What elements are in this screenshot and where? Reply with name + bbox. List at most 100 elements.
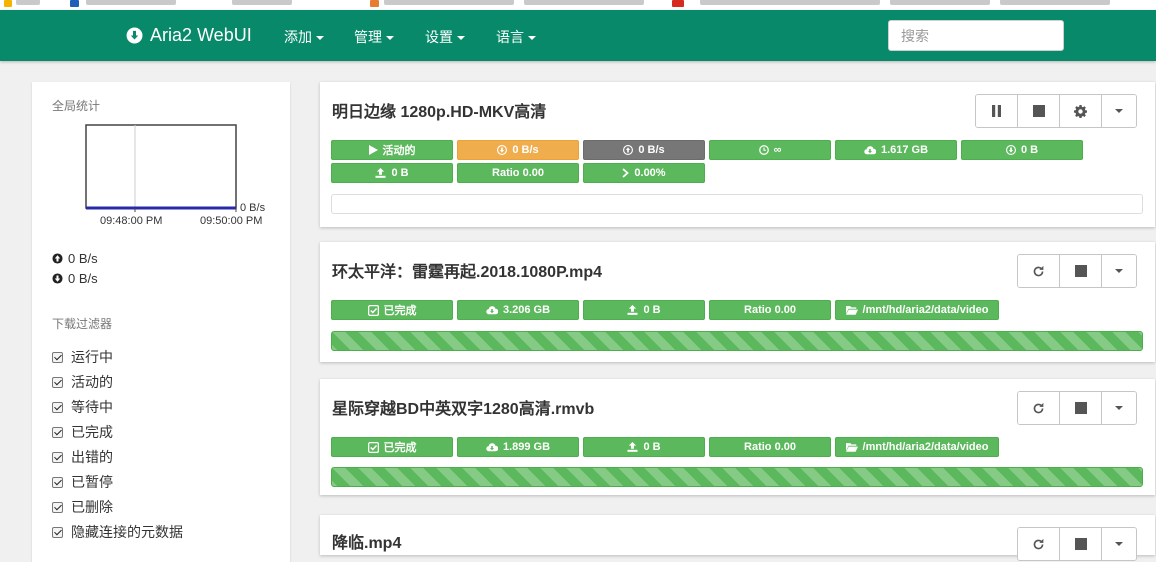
refresh-icon	[1033, 402, 1044, 413]
download-actions	[1017, 527, 1137, 561]
download-speed-value: 0 B/s	[68, 271, 98, 286]
caret-down-icon	[1115, 406, 1123, 410]
ratio-badge: Ratio 0.00	[457, 163, 579, 183]
upload-icon	[627, 305, 638, 315]
downloaded-badge: 0 B	[961, 140, 1083, 160]
status-badge: 活动的	[331, 140, 453, 160]
bookmark-icon[interactable]	[370, 0, 379, 7]
caret-down-icon	[316, 36, 324, 41]
gear-icon	[1074, 104, 1087, 118]
bookmark-item[interactable]	[890, 0, 990, 5]
filter-complete[interactable]: 已完成	[52, 422, 113, 442]
filter-removed[interactable]: 已删除	[52, 497, 113, 517]
upload-circle-icon	[52, 253, 63, 264]
filter-waiting[interactable]: 等待中	[52, 397, 113, 417]
size-text: 1.899 GB	[502, 441, 551, 453]
folder-open-icon	[845, 305, 858, 315]
play-icon	[368, 145, 378, 155]
restart-button[interactable]	[1018, 528, 1060, 560]
checkbox-checked[interactable]	[52, 451, 63, 463]
nav-settings-menu[interactable]: 设置	[425, 27, 465, 47]
bookmark-item[interactable]	[1000, 0, 1110, 5]
size-badge: 1.617 GB	[835, 140, 957, 160]
bookmark-item[interactable]	[16, 0, 40, 5]
download-speed-badge: 0 B/s	[457, 140, 579, 160]
search-input[interactable]	[888, 20, 1064, 51]
download-actions	[1017, 391, 1137, 425]
uploaded-badge: 0 B	[583, 437, 705, 457]
filter-running[interactable]: 运行中	[52, 347, 113, 367]
bookmark-item[interactable]	[232, 0, 292, 5]
nav-add-label: 添加	[284, 29, 312, 45]
uploaded-text: 0 B	[643, 304, 661, 316]
nav-language-menu[interactable]: 语言	[496, 27, 536, 47]
settings-button[interactable]	[1060, 95, 1102, 127]
bookmark-icon[interactable]	[4, 0, 12, 7]
nav-manage-menu[interactable]: 管理	[354, 27, 394, 47]
nav-add-menu[interactable]: 添加	[284, 27, 324, 47]
filter-hide-metadata[interactable]: 隐藏连接的元数据	[52, 522, 183, 542]
download-card: 明日边缘 1280p.HD-MKV高清 活动的 0 B/s 0 B/s ∞ 1.…	[320, 82, 1155, 227]
checkbox-checked[interactable]	[52, 351, 63, 363]
bookmark-item[interactable]	[86, 0, 176, 5]
checkbox-checked[interactable]	[52, 401, 63, 413]
status-text: 活动的	[382, 145, 416, 157]
stop-button[interactable]	[1060, 392, 1102, 424]
brand-title: Aria2 WebUI	[150, 25, 252, 45]
filter-paused[interactable]: 已暂停	[52, 472, 113, 492]
filter-label: 已暂停	[71, 474, 113, 490]
caret-down-icon	[1115, 109, 1123, 113]
downloaded-text: 0 B	[1020, 144, 1039, 156]
more-dropdown-button[interactable]	[1102, 255, 1136, 287]
path-badge: /mnt/hd/aria2/data/video	[835, 300, 999, 320]
download-circle-icon	[52, 273, 63, 284]
bookmark-item[interactable]	[700, 0, 880, 5]
filter-active[interactable]: 活动的	[52, 372, 113, 392]
filter-label: 已完成	[71, 424, 113, 440]
bookmark-item[interactable]	[524, 0, 644, 5]
download-speed-text: 0 B/s	[512, 144, 539, 156]
more-dropdown-button[interactable]	[1102, 528, 1136, 560]
bookmark-icon[interactable]	[672, 0, 684, 7]
upload-icon	[375, 168, 386, 178]
download-title: 明日边缘 1280p.HD-MKV高清	[332, 104, 547, 121]
stop-button[interactable]	[1018, 95, 1060, 127]
size-badge: 1.899 GB	[457, 437, 579, 457]
caret-down-icon	[1115, 269, 1123, 273]
restart-button[interactable]	[1018, 392, 1060, 424]
download-card: 环太平洋：雷霆再起.2018.1080P.mp4 已完成 3.206 GB 0 …	[320, 242, 1155, 362]
size-text: 1.617 GB	[880, 144, 929, 156]
ratio-text: Ratio 0.00	[492, 167, 544, 179]
nav-settings-label: 设置	[425, 29, 453, 45]
bookmark-item[interactable]	[384, 0, 514, 5]
status-badge: 已完成	[331, 300, 453, 320]
download-title: 星际穿越BD中英双字1280高清.rmvb	[332, 401, 595, 418]
progress-bar	[331, 331, 1143, 351]
uploaded-badge: 0 B	[331, 163, 453, 183]
stop-button[interactable]	[1060, 528, 1102, 560]
percent-text: 0.00%	[634, 167, 666, 179]
chart-frame	[85, 124, 237, 209]
size-text: 3.206 GB	[502, 304, 551, 316]
chart-time-label: 09:50:00 PM	[200, 215, 262, 227]
brand[interactable]: Aria2 WebUI	[126, 25, 252, 46]
upload-speed-value: 0 B/s	[68, 251, 98, 266]
stop-icon	[1074, 402, 1087, 414]
checkbox-checked[interactable]	[52, 476, 63, 488]
checkbox-checked[interactable]	[52, 501, 63, 513]
download-circle-icon	[497, 145, 508, 155]
bookmark-icon[interactable]	[70, 0, 79, 7]
more-dropdown-button[interactable]	[1102, 392, 1136, 424]
status-text: 已完成	[383, 442, 417, 454]
checkbox-checked[interactable]	[52, 426, 63, 438]
pause-button[interactable]	[976, 95, 1018, 127]
eta-badge: ∞	[709, 140, 831, 160]
stop-button[interactable]	[1060, 255, 1102, 287]
checkbox-checked[interactable]	[52, 376, 63, 388]
filter-error[interactable]: 出错的	[52, 447, 113, 467]
more-dropdown-button[interactable]	[1102, 95, 1136, 127]
restart-button[interactable]	[1018, 255, 1060, 287]
checkbox-checked[interactable]	[52, 526, 63, 538]
upload-speed-badge: 0 B/s	[583, 140, 705, 160]
download-card: 降临.mp4	[320, 515, 1155, 561]
